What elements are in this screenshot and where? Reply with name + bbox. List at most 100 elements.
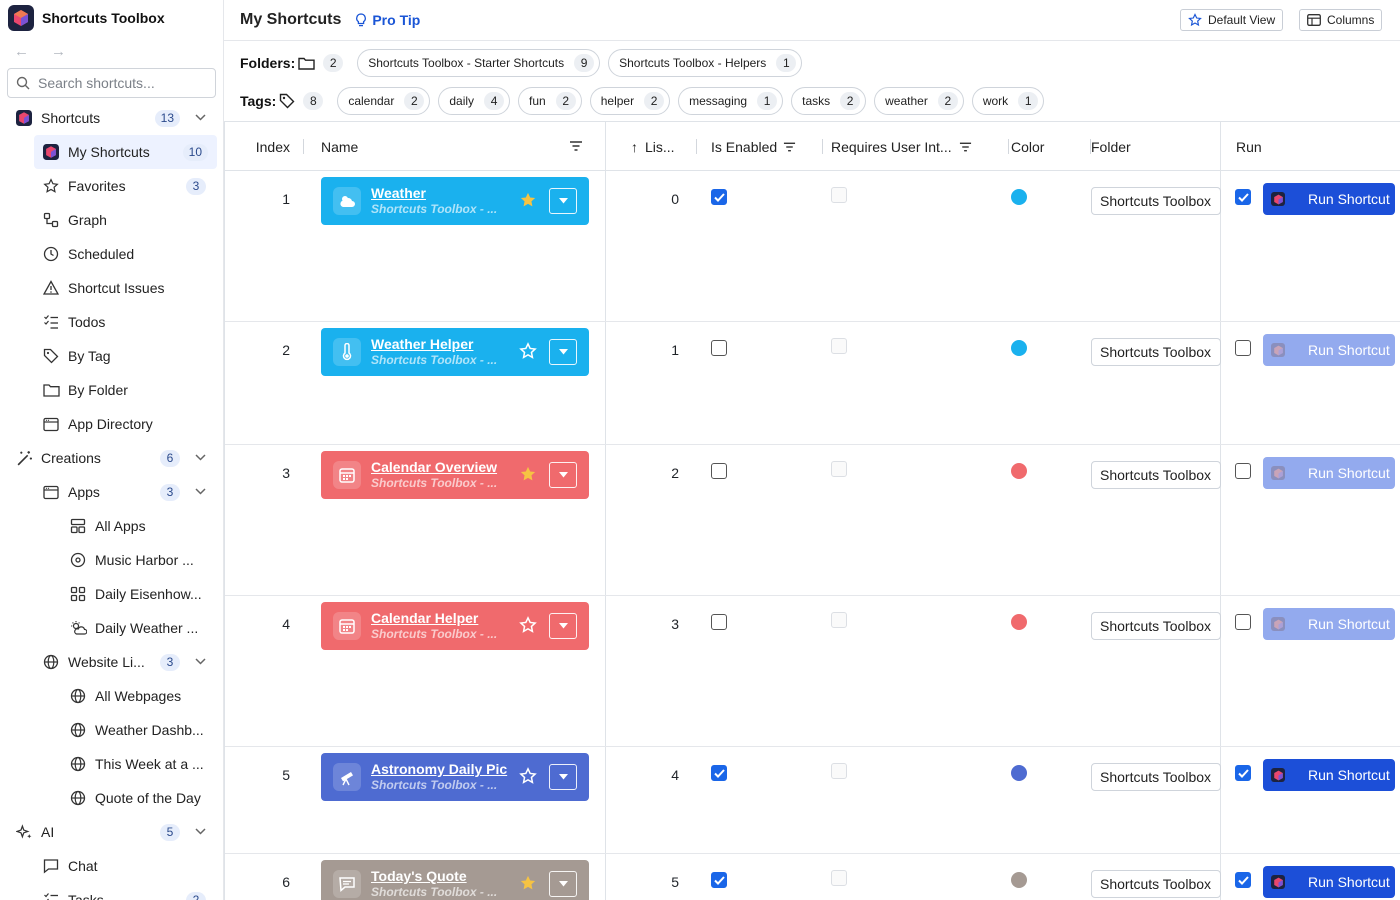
sidebar-item[interactable]: Daily Weather ... [0,611,223,645]
run-shortcut-button[interactable]: Run Shortcut [1263,759,1395,791]
sidebar-item[interactable]: All Webpages [0,679,223,713]
chevron-down-icon[interactable] [195,656,206,668]
col-list[interactable]: ↑ Lis... [605,122,697,171]
sidebar-item[interactable]: Weather Dashb... [0,713,223,747]
sidebar-item[interactable]: Favorites 3 [0,169,223,203]
sidebar-item[interactable]: Music Harbor ... [0,543,223,577]
sidebar-item[interactable]: Shortcut Issues [0,271,223,305]
search-input[interactable] [38,75,208,91]
sidebar-item[interactable]: Quote of the Day [0,781,223,815]
tag-chip[interactable]: helper 2 [589,87,671,115]
enabled-checkbox[interactable] [711,872,727,888]
sidebar-item[interactable]: Tasks 2 [0,883,223,900]
sidebar-item[interactable]: AI 5 [0,815,223,849]
star-filled-icon[interactable] [519,191,537,212]
sidebar-item[interactable]: Daily Eisenhow... [0,577,223,611]
run-checkbox[interactable] [1235,189,1251,205]
dropdown-button[interactable] [549,764,577,790]
star-filled-icon[interactable] [519,874,537,895]
sidebar-item[interactable]: By Tag [0,339,223,373]
run-shortcut-button-face[interactable]: Run Shortcut [1263,183,1395,215]
sidebar-item[interactable]: Website Li... 3 [0,645,223,679]
tag-chip[interactable]: calendar 2 [337,87,431,115]
chevron-down-icon[interactable] [195,486,206,498]
tag-chip[interactable]: tasks 2 [791,87,867,115]
col-enabled[interactable]: Is Enabled [711,122,823,171]
run-shortcut-button-face[interactable]: Run Shortcut [1263,759,1395,791]
col-folder[interactable]: Folder [1091,122,1221,171]
star-filled-icon[interactable] [519,465,537,486]
columns-button[interactable]: Columns [1299,9,1383,31]
enabled-checkbox[interactable] [711,463,727,479]
folder-chip[interactable]: Shortcuts Toolbox - Helpers 1 [608,49,803,77]
sidebar-item[interactable]: App Directory [0,407,223,441]
folder-select[interactable]: Shortcuts Toolbox [1091,461,1221,489]
col-requires[interactable]: Requires User Int... [831,122,1009,171]
chevron-down-icon[interactable] [195,452,206,464]
run-checkbox[interactable] [1235,872,1251,888]
sidebar-item[interactable]: By Folder [0,373,223,407]
star-outline-icon[interactable] [519,616,537,637]
dropdown-button[interactable] [549,462,577,488]
folder-select[interactable]: Shortcuts Toolbox [1091,187,1221,215]
shortcut-name-link[interactable]: Weather [371,185,426,201]
dropdown-button[interactable] [549,339,577,365]
folder-select[interactable]: Shortcuts Toolbox [1091,612,1221,640]
star-outline-icon[interactable] [519,342,537,363]
run-checkbox[interactable] [1235,340,1251,356]
star-outline-icon[interactable] [519,767,537,788]
col-name[interactable]: Name [321,122,591,171]
shortcut-name-link[interactable]: Astronomy Daily Pic [371,761,507,777]
forward-arrow-icon[interactable]: → [51,43,66,60]
shortcut-card[interactable]: Weather Shortcuts Toolbox - ... [321,177,589,225]
sidebar-item[interactable]: Graph [0,203,223,237]
filter-icon[interactable] [569,140,583,152]
col-run[interactable]: Run [1236,122,1356,171]
run-checkbox[interactable] [1235,614,1251,630]
sidebar-item[interactable]: Scheduled [0,237,223,271]
sidebar-item[interactable]: My Shortcuts 10 [34,135,217,169]
sidebar-item[interactable]: Chat [0,849,223,883]
tag-chip[interactable]: fun 2 [518,87,582,115]
dropdown-button[interactable] [549,188,577,214]
enabled-checkbox[interactable] [711,340,727,356]
enabled-checkbox[interactable] [711,189,727,205]
sidebar-item[interactable]: This Week at a ... [0,747,223,781]
run-shortcut-button-face[interactable]: Run Shortcut [1263,457,1395,489]
sidebar-item[interactable]: Shortcuts 13 [0,101,223,135]
filter-icon[interactable] [783,141,796,153]
shortcut-name-link[interactable]: Calendar Overview [371,459,497,475]
shortcut-card[interactable]: Weather Helper Shortcuts Toolbox - ... [321,328,589,376]
folder-select[interactable]: Shortcuts Toolbox [1091,763,1221,791]
sidebar-item[interactable]: Creations 6 [0,441,223,475]
folder-chip[interactable]: Shortcuts Toolbox - Starter Shortcuts 9 [357,49,601,77]
chevron-down-icon[interactable] [195,112,206,124]
back-arrow-icon[interactable]: ← [14,43,29,60]
run-shortcut-button-face[interactable]: Run Shortcut [1263,866,1395,898]
filter-icon[interactable] [959,141,972,153]
col-color[interactable]: Color [1011,122,1091,171]
shortcut-card[interactable]: Calendar Overview Shortcuts Toolbox - ... [321,451,589,499]
shortcut-name-link[interactable]: Calendar Helper [371,610,478,626]
run-shortcut-button[interactable]: Run Shortcut [1263,457,1395,489]
run-shortcut-button[interactable]: Run Shortcut [1263,866,1395,898]
shortcut-card[interactable]: Astronomy Daily Pic Shortcuts Toolbox - .… [321,753,589,801]
enabled-checkbox[interactable] [711,765,727,781]
tag-chip[interactable]: work 1 [971,87,1045,115]
run-shortcut-button[interactable]: Run Shortcut [1263,183,1395,215]
pro-tip-link[interactable]: Pro Tip [355,12,420,28]
sidebar-item[interactable]: Apps 3 [0,475,223,509]
folder-select[interactable]: Shortcuts Toolbox [1091,870,1221,898]
tag-chip[interactable]: daily 4 [438,87,511,115]
shortcut-name-link[interactable]: Today's Quote [371,868,467,884]
folder-select[interactable]: Shortcuts Toolbox [1091,338,1221,366]
shortcut-card[interactable]: Calendar Helper Shortcuts Toolbox - ... [321,602,589,650]
tag-chip[interactable]: weather 2 [874,87,964,115]
shortcut-card[interactable]: Today's Quote Shortcuts Toolbox - ... [321,860,589,900]
run-shortcut-button-face[interactable]: Run Shortcut [1263,608,1395,640]
chevron-down-icon[interactable] [195,826,206,838]
col-index[interactable]: Index [225,122,304,171]
sidebar-item[interactable]: Todos [0,305,223,339]
run-shortcut-button[interactable]: Run Shortcut [1263,608,1395,640]
shortcut-name-link[interactable]: Weather Helper [371,336,473,352]
